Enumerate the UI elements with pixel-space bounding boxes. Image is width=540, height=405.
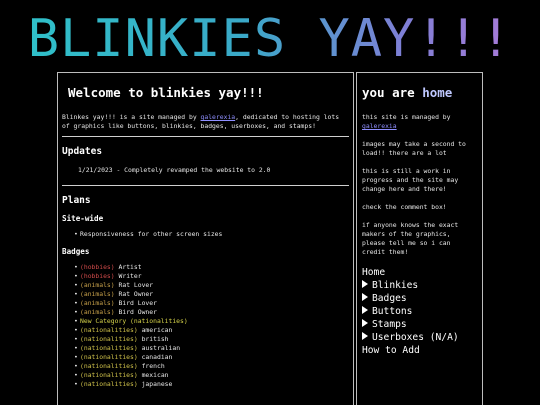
triangle-right-icon [362, 332, 368, 340]
badge-name: mexican [141, 371, 169, 379]
badge-list-item: (nationalities) french [74, 362, 349, 371]
nav-item-stamps[interactable]: Stamps [362, 318, 477, 331]
triangle-right-icon [362, 306, 368, 314]
site-banner-title: BLINKIES YAY!!! [0, 8, 540, 70]
badge-name: french [141, 362, 165, 370]
badge-category-tag: (animals) [80, 308, 115, 316]
badge-list-item: (nationalities) american [74, 326, 349, 335]
sidebar-title-prefix: you are [362, 85, 423, 100]
badge-category-tag: (nationalities) [80, 371, 138, 379]
plans-heading: Plans [62, 195, 91, 206]
badges-heading: Badges [62, 247, 90, 256]
badge-name: australian [141, 344, 181, 352]
sidebar-panel: you are home this site is managed by gal… [356, 72, 483, 405]
triangle-right-icon [362, 293, 368, 301]
nav-label: Badges [372, 293, 407, 304]
badge-name: american [141, 326, 173, 334]
intro-text-before: Blinkes yay!!! is a site managed by [62, 113, 201, 121]
divider [62, 136, 349, 137]
sidebar-title-home: home [422, 85, 453, 100]
badge-category-tag: (nationalities) [80, 335, 138, 343]
sitewide-list: Responsiveness for other screen sizes [74, 230, 349, 239]
badge-category-tag: (nationalities) [80, 326, 138, 334]
list-item: Responsiveness for other screen sizes [74, 230, 349, 239]
badge-category-tag: New Category (nationalities) [80, 317, 188, 325]
nav-label: Userboxes (N/A) [372, 332, 459, 343]
badge-list-item: (nationalities) british [74, 335, 349, 344]
divider [62, 185, 349, 186]
sidebar-title: you are home [362, 81, 477, 109]
badge-category-tag: (animals) [80, 299, 115, 307]
badge-list-item: (nationalities) japanese [74, 380, 349, 389]
managed-text: this site is managed by [362, 113, 451, 121]
nav-item-userboxes[interactable]: Userboxes (N/A) [362, 331, 477, 344]
badge-category-tag: (nationalities) [80, 353, 138, 361]
nav-item-badges[interactable]: Badges [362, 292, 477, 305]
badge-name: Rat Owner [118, 290, 154, 298]
badge-name: Writer [118, 272, 142, 280]
nav-label: Blinkies [372, 280, 419, 291]
badge-category-tag: (hobbies) [80, 272, 115, 280]
wip-note: this is still a work in progress and the… [362, 167, 459, 193]
sidebar-notes: this site is managed by galerexia images… [362, 113, 477, 257]
badge-list-item: (animals) Rat Owner [74, 290, 349, 299]
nav-how-to-add[interactable]: How to Add [362, 344, 477, 357]
badge-name: japanese [141, 380, 173, 388]
badge-list-item: (animals) Bird Owner [74, 308, 349, 317]
badge-list-item: (nationalities) australian [74, 344, 349, 353]
makers-note: if anyone knows the exact makers of the … [362, 221, 459, 256]
badge-list-item: (nationalities) mexican [74, 371, 349, 380]
galerexia-link[interactable]: galerexia [201, 113, 236, 121]
sidebar-nav: Home Blinkies Badges Buttons Stamps User… [362, 266, 477, 357]
update-entry: 1/21/2023 - Completely revamped the webs… [78, 166, 271, 174]
badge-name: british [141, 335, 169, 343]
badge-category-tag: (nationalities) [80, 344, 138, 352]
nav-item-blinkies[interactable]: Blinkies [362, 279, 477, 292]
comment-note: check the comment box! [362, 203, 447, 211]
sitewide-heading: Site-wide [62, 214, 104, 223]
badge-list-item: (nationalities) canadian [74, 353, 349, 362]
badge-category-tag: (hobbies) [80, 263, 115, 271]
load-note: images may take a second to load!! there… [362, 140, 466, 157]
triangle-right-icon [362, 280, 368, 288]
badge-name: Bird Lover [118, 299, 157, 307]
nav-label: Stamps [372, 319, 407, 330]
badge-category-tag: (nationalities) [80, 362, 138, 370]
updates-heading: Updates [62, 146, 103, 157]
badge-list-item: (animals) Bird Lover [74, 299, 349, 308]
managed-note: this site is managed by galerexia [362, 113, 477, 131]
badge-category-tag: (animals) [80, 290, 115, 298]
badge-name: Artist [118, 263, 142, 271]
badge-list-item: New Category (nationalities) [74, 317, 349, 326]
badge-name: Bird Owner [118, 308, 157, 316]
nav-home[interactable]: Home [362, 266, 477, 279]
badge-list-item: (hobbies) Writer [74, 272, 349, 281]
nav-label: Buttons [372, 306, 413, 317]
badge-name: Rat Lover [118, 281, 154, 289]
triangle-right-icon [362, 319, 368, 327]
nav-item-buttons[interactable]: Buttons [362, 305, 477, 318]
badges-list: (hobbies) Artist(hobbies) Writer(animals… [74, 263, 349, 389]
welcome-heading: Welcome to blinkies yay!!! [68, 85, 264, 100]
intro-paragraph: Blinkes yay!!! is a site managed by gale… [62, 113, 349, 131]
galerexia-link[interactable]: galerexia [362, 122, 397, 130]
badge-name: canadian [141, 353, 173, 361]
badge-category-tag: (animals) [80, 281, 115, 289]
main-content-panel: Welcome to blinkies yay!!! Blinkes yay!!… [57, 72, 354, 405]
badge-list-item: (animals) Rat Lover [74, 281, 349, 290]
badge-category-tag: (nationalities) [80, 380, 138, 388]
badge-list-item: (hobbies) Artist [74, 263, 349, 272]
